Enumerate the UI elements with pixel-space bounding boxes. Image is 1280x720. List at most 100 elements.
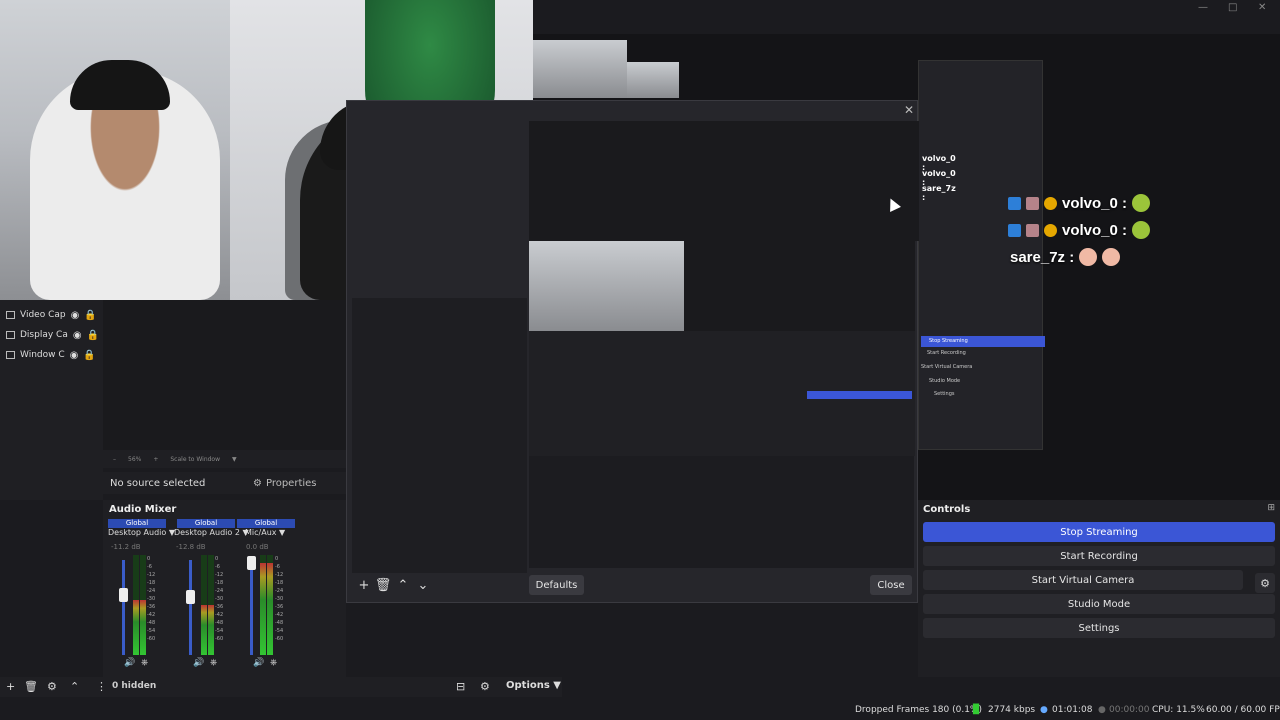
- db-tick: -36: [147, 604, 156, 610]
- db-tick: 0: [215, 556, 219, 562]
- db-tick: 0: [147, 556, 151, 562]
- stop-streaming-button[interactable]: Stop Streaming: [923, 522, 1275, 542]
- chevron-up-icon[interactable]: ⌃: [70, 680, 79, 693]
- trash-icon[interactable]: 🗑: [24, 680, 38, 693]
- gear-icon: ⚙: [253, 477, 262, 489]
- level-meter: [201, 555, 207, 655]
- level-fill: [267, 563, 273, 655]
- add-icon[interactable]: +: [6, 680, 15, 693]
- filter-preview: [103, 300, 346, 450]
- source-label: Video Cap: [20, 310, 66, 320]
- undock-icon[interactable]: ⊞: [1267, 503, 1275, 513]
- minimize-icon[interactable]: —: [1198, 2, 1208, 13]
- eye-icon[interactable]: ◉: [71, 310, 80, 321]
- zoom-out-icon[interactable]: –: [113, 456, 116, 463]
- emote-icon: [1079, 248, 1098, 266]
- scale-mode[interactable]: Scale to Window: [170, 456, 220, 463]
- start-recording-button[interactable]: Start Recording: [923, 546, 1275, 566]
- source-label: Display Ca: [20, 330, 68, 340]
- gear-icon[interactable]: ⚙: [1255, 573, 1275, 593]
- dialog-bottom-area: [529, 456, 914, 568]
- lock-icon[interactable]: 🔒: [84, 310, 96, 321]
- trash-icon[interactable]: 🗑: [374, 577, 392, 595]
- level-fill: [201, 605, 207, 655]
- volume-fader-track[interactable]: [189, 560, 192, 655]
- source-item-window-capture[interactable]: Window C ◉ 🔒: [6, 346, 96, 364]
- lock-icon[interactable]: 🔒: [87, 330, 99, 341]
- close-button[interactable]: Close: [870, 575, 912, 595]
- db-tick: -36: [215, 604, 224, 610]
- chat-username: volvo_0 :: [1062, 194, 1128, 212]
- speaker-icon[interactable]: 🔊: [124, 658, 135, 668]
- eye-icon[interactable]: ◉: [73, 330, 82, 341]
- db-tick: -54: [147, 628, 156, 634]
- defaults-button[interactable]: Defaults: [529, 575, 584, 595]
- zoom-in-icon[interactable]: +: [153, 456, 158, 463]
- volume-fader-track[interactable]: [122, 560, 125, 655]
- db-tick: -48: [215, 620, 224, 626]
- properties-button[interactable]: ⚙ Properties: [253, 475, 317, 491]
- chat-username: sare_7z :: [1010, 248, 1075, 266]
- maximize-icon[interactable]: □: [1228, 2, 1237, 13]
- channel-name-desktop-audio[interactable]: Desktop Audio ▼: [108, 528, 175, 537]
- bitrate: 2774 kbps: [988, 705, 1036, 715]
- badge-icon: [1008, 196, 1021, 210]
- chevron-down-icon[interactable]: ▼: [232, 456, 237, 463]
- volume-fader-handle[interactable]: [247, 556, 256, 570]
- level-fill: [133, 600, 139, 655]
- db-tick: -12: [147, 572, 156, 578]
- chevron-up-icon[interactable]: ⌃: [394, 577, 412, 595]
- source-item-video-capture[interactable]: Video Cap ◉ 🔒: [6, 306, 97, 324]
- db-tick: -24: [147, 588, 156, 594]
- gear-icon[interactable]: ⚙: [47, 680, 57, 693]
- filter-list[interactable]: [352, 298, 527, 573]
- close-icon[interactable]: ✕: [904, 103, 914, 117]
- add-filter-icon[interactable]: +: [355, 577, 373, 595]
- speaker-icon[interactable]: 🔊: [253, 658, 264, 668]
- nested-start-vcam: Start Virtual Camera: [921, 364, 973, 370]
- chat-username: volvo_0 :: [1062, 221, 1128, 239]
- options-button[interactable]: Options ▼: [506, 680, 561, 691]
- dropped-frames: Dropped Frames 180 (0.1%): [855, 705, 982, 715]
- db-tick: -12: [275, 572, 284, 578]
- nested-stop-streaming: Stop Streaming: [921, 336, 1045, 347]
- source-item-display-capture[interactable]: Display Ca ◉ 🔒: [6, 326, 99, 344]
- lock-icon[interactable]: 🔒: [83, 350, 95, 361]
- nested-settings: Settings: [934, 391, 955, 397]
- badge-icon: [1026, 223, 1039, 237]
- volume-fader-handle[interactable]: [186, 590, 195, 604]
- volume-fader-handle[interactable]: [119, 588, 128, 602]
- advanced-audio-icon[interactable]: ⚙: [480, 680, 490, 693]
- channel-name-desktop-audio-2[interactable]: Desktop Audio 2 ▼: [174, 528, 249, 537]
- db-scale: 0 -6 -12 -18 -24 -30 -36 -42 -48 -54 -60: [275, 555, 283, 643]
- layout-icon[interactable]: ⊟: [456, 680, 465, 693]
- db-tick: -24: [275, 588, 284, 594]
- db-tick: -12: [215, 572, 224, 578]
- dialog-preview-webcam: [529, 241, 684, 331]
- settings-button[interactable]: Settings: [923, 618, 1275, 638]
- speaker-icon[interactable]: 🔊: [193, 658, 204, 668]
- close-window-icon[interactable]: ✕: [1258, 2, 1266, 13]
- record-time: 00:00:00: [1109, 705, 1150, 715]
- level-meter: [267, 555, 273, 655]
- start-virtual-camera-button[interactable]: Start Virtual Camera: [923, 570, 1243, 590]
- level-fill: [260, 563, 266, 655]
- more-icon[interactable]: ⋮: [96, 680, 107, 693]
- level-meter: [133, 555, 139, 655]
- eye-icon[interactable]: ◉: [70, 350, 79, 361]
- webcam-person-left-hair: [70, 60, 170, 110]
- level-fill: [208, 605, 214, 655]
- volume-fader-track[interactable]: [250, 560, 253, 655]
- headphones-icon[interactable]: ⎈: [270, 658, 277, 668]
- bottom-toolbar: + 🗑 ⚙ ⌃ ⋮ 0 hidden ⊟ ⚙ Options ▼: [0, 677, 562, 697]
- headphones-icon[interactable]: ⎈: [210, 658, 217, 668]
- audio-mixer: Audio Mixer Global Global Global Desktop…: [103, 500, 346, 677]
- headphones-icon[interactable]: ⎈: [141, 658, 148, 668]
- chat-message-3: sare_7z :: [1010, 248, 1121, 266]
- nested-studio-mode: Studio Mode: [929, 378, 961, 384]
- chevron-down-icon[interactable]: ⌄: [414, 577, 432, 595]
- channel-name-mic-aux[interactable]: Mic/Aux ▼: [245, 528, 285, 537]
- studio-mode-button[interactable]: Studio Mode: [923, 594, 1275, 614]
- emote-icon: [1102, 248, 1121, 266]
- emote-icon: [1132, 221, 1151, 239]
